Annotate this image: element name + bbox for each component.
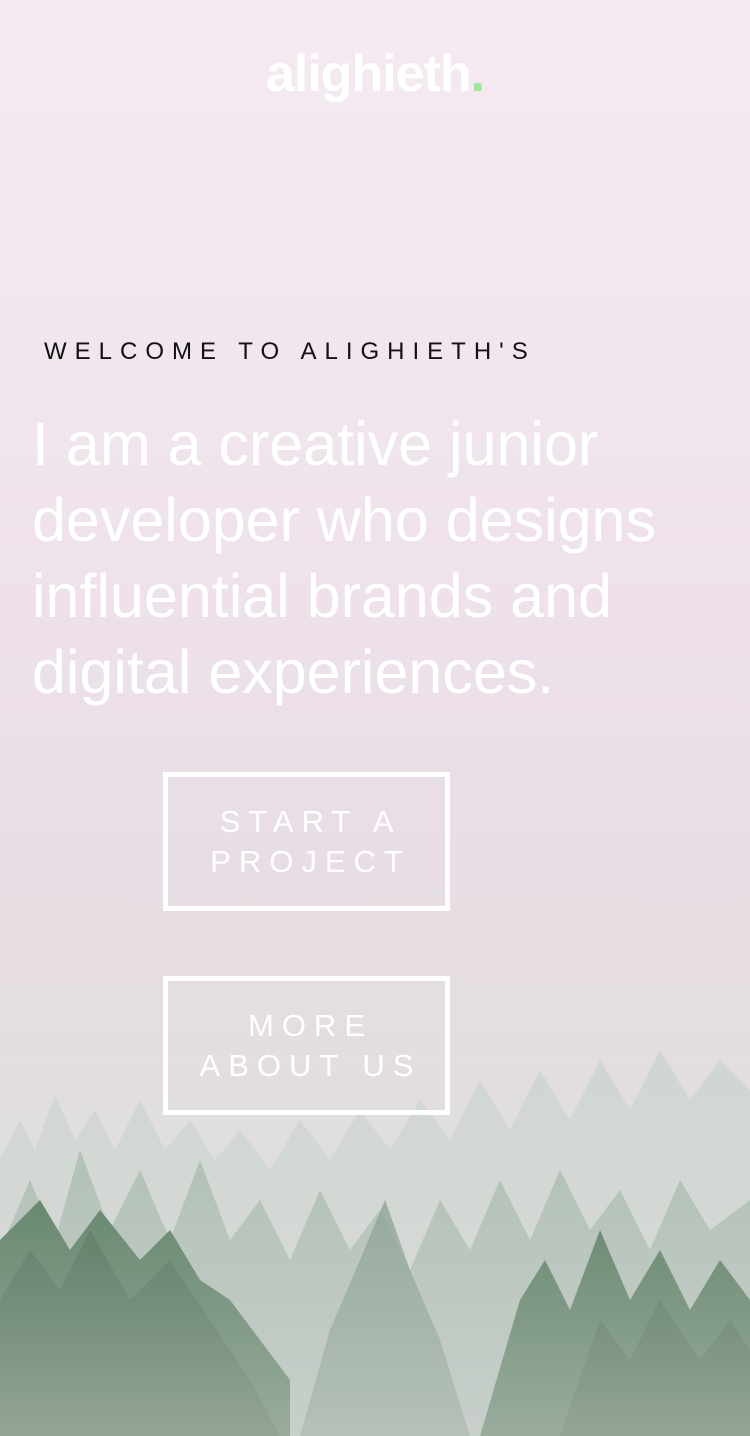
more-about-us-label: MORE ABOUT US (199, 1007, 422, 1083)
misty-forest-background (0, 1000, 750, 1436)
hero-headline: I am a creative junior developer who des… (32, 410, 656, 706)
start-project-button[interactable]: START A PROJECT (163, 772, 450, 911)
more-about-us-button[interactable]: MORE ABOUT US (163, 976, 450, 1115)
logo-text: alighieth (265, 45, 472, 103)
start-project-label: START A PROJECT (210, 803, 411, 879)
hero-eyebrow: WELCOME TO ALIGHIETH'S (44, 338, 536, 365)
brand-logo[interactable]: alighieth. (0, 44, 750, 104)
logo-accent-dot: . (470, 45, 485, 103)
